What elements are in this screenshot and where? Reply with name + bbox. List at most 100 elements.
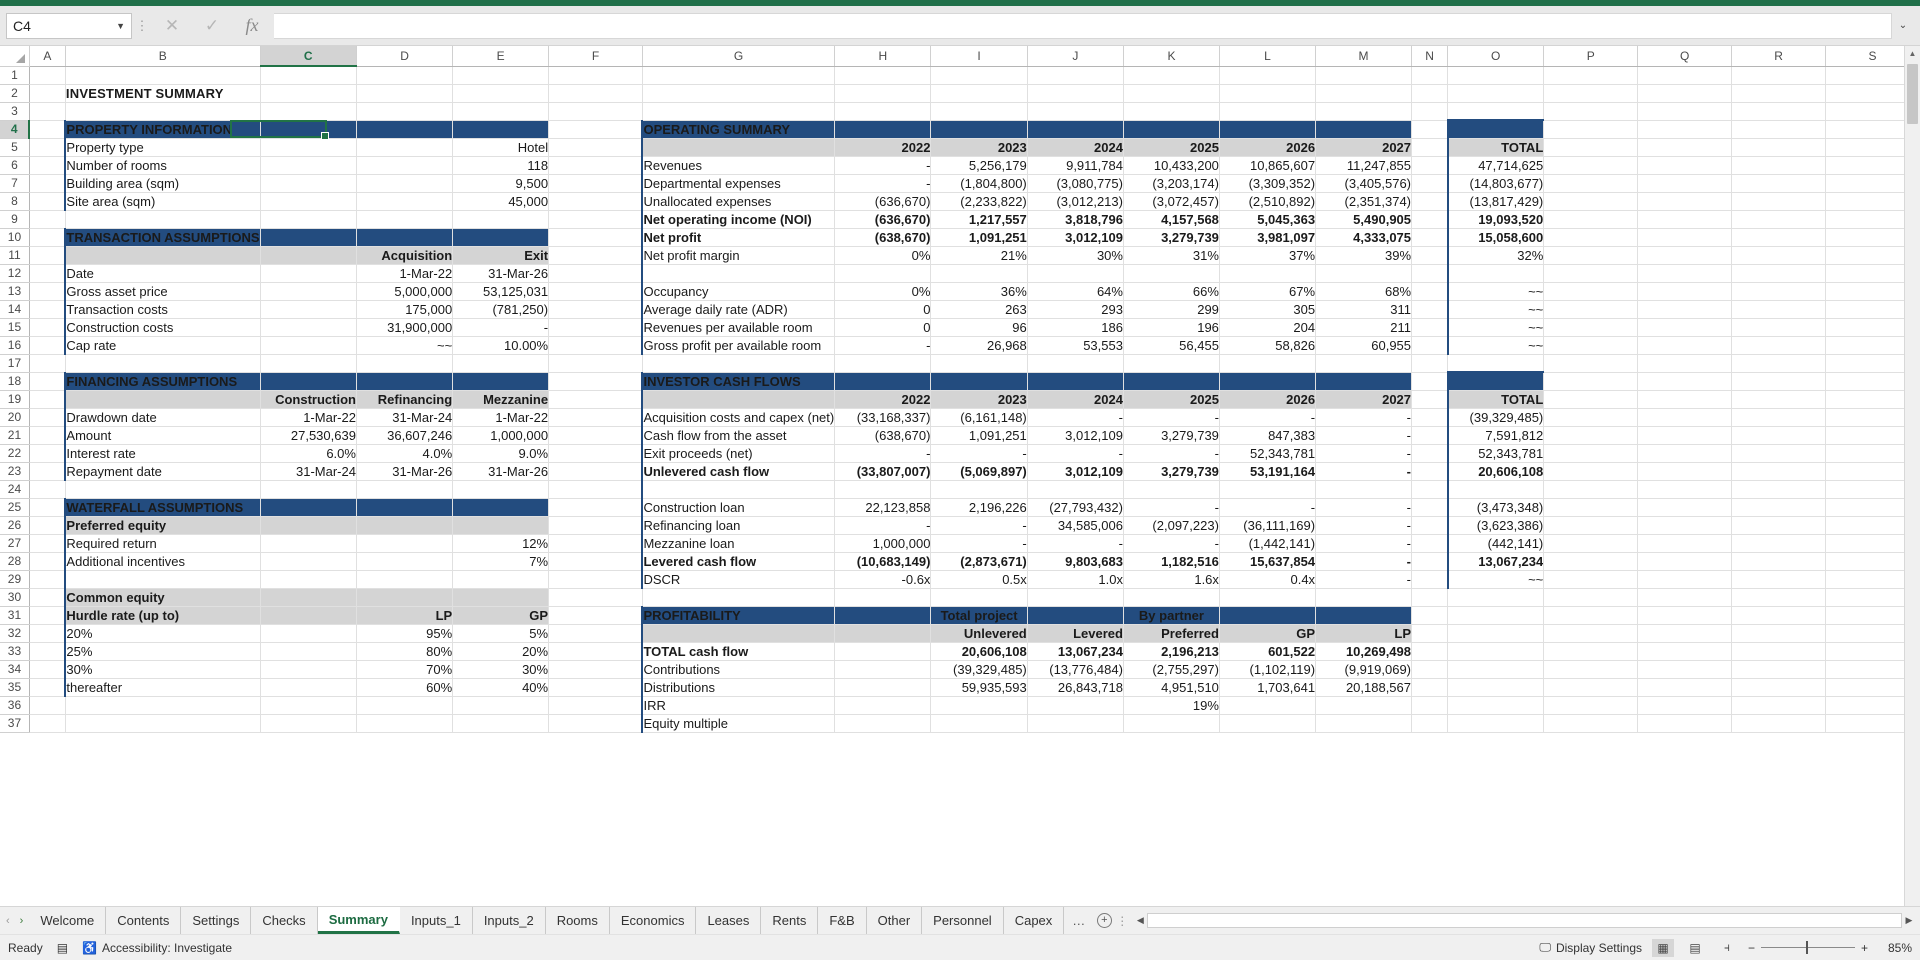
cell-L6[interactable]: 10,865,607 — [1219, 156, 1317, 175]
cell-P22[interactable] — [1543, 444, 1639, 463]
cell-K20[interactable]: - — [1123, 408, 1220, 427]
cell-B4[interactable]: PROPERTY INFORMATION — [64, 120, 261, 139]
cell-F15[interactable] — [548, 318, 643, 337]
row-header-23[interactable]: 23 — [0, 462, 30, 481]
cell-I34[interactable]: (39,329,485) — [930, 660, 1028, 679]
cell-R8[interactable] — [1731, 192, 1826, 211]
cell-G28[interactable]: Levered cash flow — [641, 552, 836, 571]
cell-N10[interactable] — [1411, 228, 1449, 247]
cell-L19[interactable]: 2026 — [1219, 390, 1317, 409]
cell-L13[interactable]: 67% — [1219, 282, 1317, 301]
cell-F5[interactable] — [548, 138, 643, 157]
cell-P5[interactable] — [1543, 138, 1639, 157]
cell-B15[interactable]: Construction costs — [64, 318, 261, 337]
cell-H17[interactable] — [834, 354, 932, 373]
cell-K3[interactable] — [1123, 102, 1220, 121]
cell-F23[interactable] — [548, 462, 643, 481]
cell-B11[interactable] — [64, 246, 261, 265]
cell-K10[interactable]: 3,279,739 — [1123, 228, 1220, 247]
cell-A11[interactable] — [29, 246, 66, 265]
cell-N21[interactable] — [1411, 426, 1449, 445]
cell-B3[interactable] — [65, 102, 261, 121]
cell-C14[interactable] — [260, 300, 357, 319]
cell-F18[interactable] — [548, 372, 643, 391]
cell-D23[interactable]: 31-Mar-26 — [356, 462, 454, 481]
cell-Q12[interactable] — [1637, 264, 1733, 283]
cell-P16[interactable] — [1543, 336, 1639, 355]
cell-M15[interactable]: 211 — [1315, 318, 1413, 337]
cell-C36[interactable] — [260, 696, 357, 715]
cell-J20[interactable]: - — [1027, 408, 1124, 427]
cell-O36[interactable] — [1447, 696, 1545, 715]
cell-B21[interactable]: Amount — [64, 426, 261, 445]
cell-L30[interactable] — [1219, 588, 1317, 607]
cell-L1[interactable] — [1219, 66, 1317, 85]
cell-A9[interactable] — [29, 210, 66, 229]
cell-M8[interactable]: (2,351,374) — [1315, 192, 1413, 211]
cell-C7[interactable] — [260, 174, 357, 193]
cell-H28[interactable]: (10,683,149) — [834, 552, 932, 571]
cell-D33[interactable]: 80% — [356, 642, 454, 661]
cell-F4[interactable] — [548, 120, 643, 139]
cell-G5[interactable] — [641, 138, 836, 157]
cell-R25[interactable] — [1731, 498, 1826, 517]
cell-A28[interactable] — [29, 552, 66, 571]
column-header-h[interactable]: H — [834, 46, 932, 67]
cell-L10[interactable]: 3,981,097 — [1219, 228, 1317, 247]
cell-D26[interactable] — [356, 516, 454, 535]
cell-D8[interactable] — [356, 192, 454, 211]
cell-E4[interactable] — [452, 120, 550, 139]
cell-G9[interactable]: Net operating income (NOI) — [641, 210, 836, 229]
cell-G22[interactable]: Exit proceeds (net) — [641, 444, 836, 463]
sheet-tab-contents[interactable]: Contents — [106, 907, 182, 934]
cell-G2[interactable] — [642, 84, 836, 103]
cell-K18[interactable] — [1123, 372, 1220, 391]
cell-R19[interactable] — [1731, 390, 1826, 409]
cell-P10[interactable] — [1543, 228, 1639, 247]
cell-P19[interactable] — [1543, 390, 1639, 409]
cell-L23[interactable]: 53,191,164 — [1219, 462, 1317, 481]
cell-P29[interactable] — [1543, 570, 1639, 589]
row-header-17[interactable]: 17 — [0, 354, 30, 373]
cell-D22[interactable]: 4.0% — [356, 444, 454, 463]
cell-O15[interactable]: ~~ — [1446, 318, 1545, 337]
cell-M26[interactable]: - — [1315, 516, 1413, 535]
cell-R34[interactable] — [1731, 660, 1826, 679]
cell-M33[interactable]: 10,269,498 — [1315, 642, 1413, 661]
cell-B26[interactable]: Preferred equity — [64, 516, 261, 535]
cell-M12[interactable] — [1315, 264, 1413, 283]
cell-Q26[interactable] — [1637, 516, 1733, 535]
row-header-33[interactable]: 33 — [0, 642, 30, 661]
cell-H15[interactable]: 0 — [834, 318, 932, 337]
cell-A14[interactable] — [29, 300, 66, 319]
row-header-1[interactable]: 1 — [0, 66, 30, 85]
cell-N35[interactable] — [1411, 678, 1449, 697]
cell-G18[interactable]: INVESTOR CASH FLOWS — [641, 372, 836, 391]
row-header-36[interactable]: 36 — [0, 696, 30, 715]
cell-J15[interactable]: 186 — [1027, 318, 1124, 337]
cell-E20[interactable]: 1-Mar-22 — [452, 408, 550, 427]
cell-N34[interactable] — [1411, 660, 1449, 679]
cell-A17[interactable] — [29, 354, 66, 373]
column-header-q[interactable]: Q — [1637, 46, 1733, 67]
cell-K35[interactable]: 4,951,510 — [1123, 678, 1220, 697]
select-all-corner[interactable] — [0, 46, 30, 67]
cell-N6[interactable] — [1411, 156, 1449, 175]
cell-N33[interactable] — [1411, 642, 1449, 661]
column-header-j[interactable]: J — [1027, 46, 1124, 67]
formula-bar-options-icon[interactable]: ⋮ — [132, 18, 152, 34]
cell-Q30[interactable] — [1637, 588, 1733, 607]
cell-K30[interactable] — [1123, 588, 1220, 607]
cell-B23[interactable]: Repayment date — [64, 462, 261, 481]
row-header-35[interactable]: 35 — [0, 678, 30, 697]
zoom-handle[interactable] — [1806, 941, 1809, 954]
cell-C35[interactable] — [260, 678, 357, 697]
cell-B7[interactable]: Building area (sqm) — [64, 174, 261, 193]
cell-M21[interactable]: - — [1315, 426, 1413, 445]
cell-P37[interactable] — [1543, 714, 1639, 733]
cell-K1[interactable] — [1123, 66, 1220, 85]
cell-Q31[interactable] — [1637, 606, 1733, 625]
cell-N14[interactable] — [1411, 300, 1449, 319]
row-header-12[interactable]: 12 — [0, 264, 30, 283]
cell-N20[interactable] — [1411, 408, 1449, 427]
